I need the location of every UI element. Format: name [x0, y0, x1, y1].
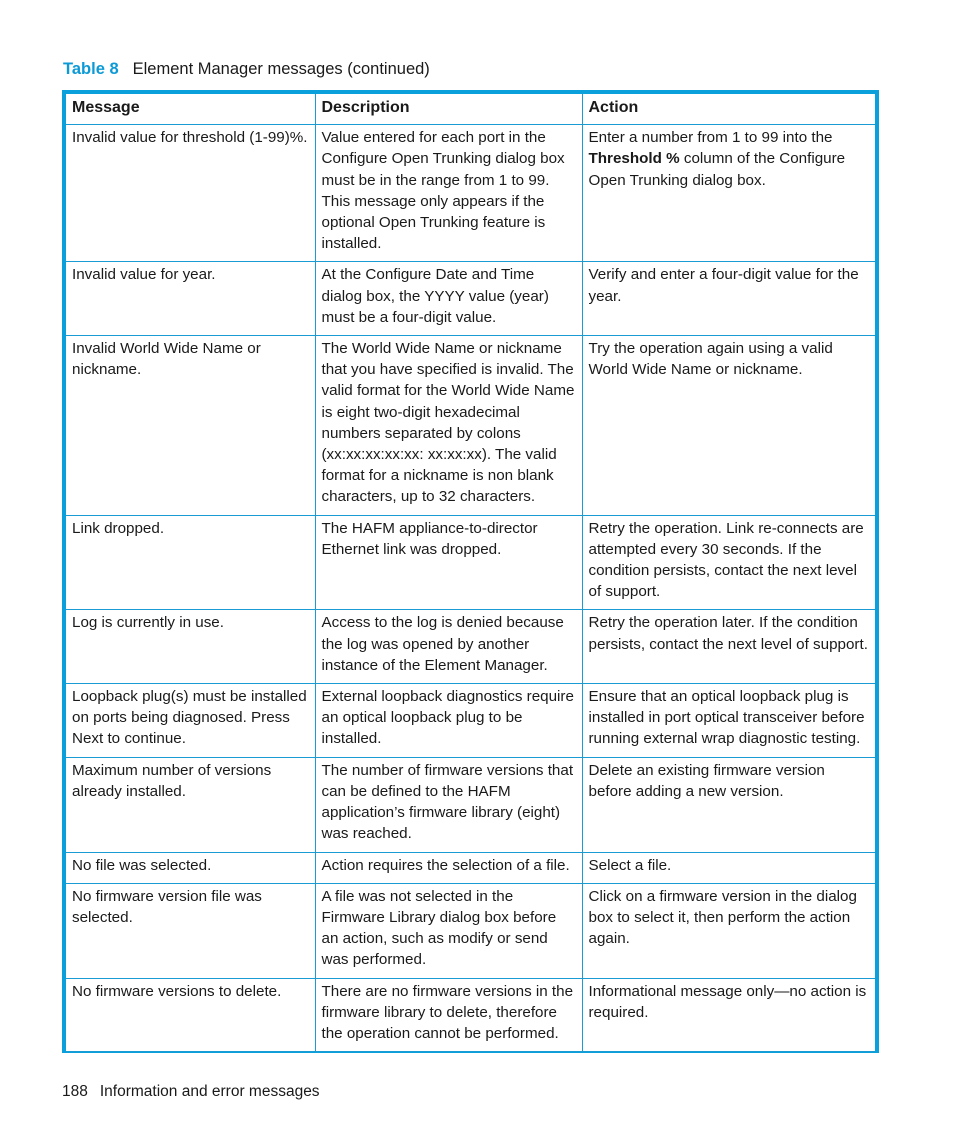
- ui-label-threshold: Threshold %: [588, 150, 680, 168]
- table-row: No firmware versions to delete. There ar…: [66, 977, 875, 1053]
- cell-action: Select a file.: [581, 851, 875, 884]
- cell-description: Value entered for each port in the Confi…: [314, 124, 583, 263]
- cell-message: Invalid World Wide Name or nickname.: [66, 335, 316, 516]
- cell-description: Action requires the selection of a file.: [314, 851, 583, 884]
- cell-action: Click on a firmware version in the dialo…: [581, 882, 875, 979]
- table-title: Element Manager messages (continued): [132, 60, 430, 78]
- cell-action: Try the operation again using a valid Wo…: [581, 335, 875, 516]
- cell-description: The HAFM appliance-to-director Ethernet …: [314, 514, 583, 611]
- header-message: Message: [66, 94, 316, 126]
- table-row: No firmware version file was selected. A…: [66, 882, 875, 979]
- table-row: Link dropped. The HAFM appliance-to-dire…: [66, 514, 875, 611]
- page-number: 188: [62, 1083, 88, 1100]
- cell-message: No firmware version file was selected.: [66, 882, 316, 979]
- action-text: Enter a number from 1 to 99 into the: [588, 129, 833, 147]
- header-description: Description: [314, 94, 583, 126]
- page-footer: 188 Information and error messages: [62, 1082, 320, 1102]
- table-caption: Table 8 Element Manager messages (continu…: [63, 59, 430, 79]
- cell-message: Log is currently in use.: [66, 609, 316, 685]
- cell-message: No file was selected.: [66, 851, 316, 884]
- table-row: Invalid value for year. At the Configure…: [66, 261, 875, 337]
- cell-action: Retry the operation. Link re-connects ar…: [581, 514, 875, 611]
- cell-description: The number of firmware versions that can…: [314, 756, 583, 853]
- table-row: Invalid value for threshold (1-99)%. Val…: [66, 124, 875, 263]
- cell-message: Invalid value for threshold (1-99)%.: [66, 124, 316, 263]
- cell-description: Access to the log is denied because the …: [314, 609, 583, 685]
- cell-description: External loopback diagnostics require an…: [314, 683, 583, 758]
- cell-message: Maximum number of versions already insta…: [66, 756, 316, 853]
- cell-message: Link dropped.: [66, 514, 316, 611]
- footer-section-title: Information and error messages: [99, 1083, 320, 1100]
- messages-table-frame: Message Description Action Invalid value…: [62, 90, 879, 1054]
- cell-message: Loopback plug(s) must be installed on po…: [66, 683, 316, 758]
- table-row: No file was selected. Action requires th…: [66, 851, 875, 884]
- header-action: Action: [581, 94, 875, 126]
- table-row: Loopback plug(s) must be installed on po…: [66, 683, 875, 758]
- cell-description: At the Configure Date and Time dialog bo…: [314, 261, 583, 337]
- table-row: Invalid World Wide Name or nickname. The…: [66, 335, 875, 516]
- cell-action: Verify and enter a four-digit value for …: [581, 261, 875, 337]
- table-header-row: Message Description Action: [66, 94, 875, 126]
- cell-message: No firmware versions to delete.: [66, 977, 316, 1053]
- cell-action: Informational message only—no action is …: [581, 977, 875, 1053]
- cell-action: Delete an existing firmware version befo…: [581, 756, 875, 853]
- cell-description: There are no firmware versions in the fi…: [314, 977, 583, 1053]
- cell-action: Enter a number from 1 to 99 into the Thr…: [581, 124, 875, 263]
- table-row: Maximum number of versions already insta…: [66, 756, 875, 853]
- cell-action: Retry the operation later. If the condit…: [581, 609, 875, 685]
- cell-message: Invalid value for year.: [66, 261, 316, 337]
- cell-description: A file was not selected in the Firmware …: [314, 882, 583, 979]
- cell-action: Ensure that an optical loopback plug is …: [581, 683, 875, 758]
- messages-table: Message Description Action Invalid value…: [66, 94, 875, 1053]
- table-row: Log is currently in use. Access to the l…: [66, 609, 875, 685]
- cell-description: The World Wide Name or nickname that you…: [314, 335, 583, 516]
- table-number: Table 8: [63, 60, 119, 78]
